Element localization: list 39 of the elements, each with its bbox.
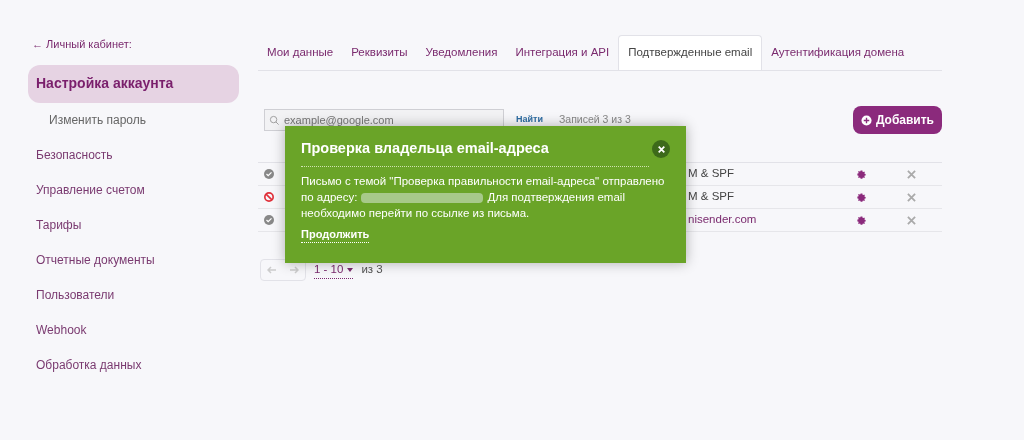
arrow-left-icon — [267, 265, 277, 275]
close-icon — [657, 145, 665, 153]
gear-icon[interactable] — [856, 168, 867, 180]
close-icon[interactable] — [907, 192, 916, 202]
sidebar-item[interactable]: Изменить пароль — [28, 103, 258, 138]
tab[interactable]: Подтвержденные email — [618, 35, 763, 70]
close-button[interactable] — [652, 140, 670, 158]
back-link[interactable]: ← Личный кабинет: — [32, 36, 258, 53]
sidebar-item[interactable]: Пользователи — [28, 278, 258, 313]
gear-icon[interactable] — [856, 214, 867, 226]
search-icon — [269, 114, 280, 126]
caret-icon — [347, 267, 354, 272]
sidebar-item[interactable]: Webhook — [28, 313, 258, 348]
records-count: Записей 3 из 3 — [559, 112, 631, 128]
sidebar-item[interactable]: Тарифы — [28, 208, 258, 243]
tab[interactable]: Интеграция и API — [506, 35, 619, 70]
dkim-link[interactable]: M & SPF — [688, 188, 734, 206]
search-field[interactable]: example@google.com — [284, 111, 494, 129]
sidebar-item[interactable]: Управление счетом — [28, 173, 258, 208]
tab[interactable]: Реквизиты — [342, 35, 417, 70]
plus-circle-icon — [860, 114, 872, 126]
tab[interactable]: Аутентификация домена — [762, 35, 914, 70]
tab[interactable]: Мои данные — [258, 35, 343, 70]
gear-icon[interactable] — [856, 191, 867, 203]
sidebar-item[interactable]: Отчетные документы — [28, 243, 258, 278]
search-button[interactable]: Найти — [516, 113, 543, 127]
tab[interactable]: Уведомления — [416, 35, 507, 70]
add-button[interactable]: Добавить — [852, 106, 942, 134]
domain-text: nisender.com — [688, 212, 757, 228]
popup-message: Письмо с темой "Проверка правильности email-адреса" отправлено по адресу: Для подтверждения email необходимо перейти по ссылке из письма. — [301, 173, 666, 221]
sidebar-item[interactable]: Настройка аккаунта — [28, 64, 239, 103]
close-icon[interactable] — [907, 215, 916, 225]
sidebar-item[interactable]: Безопасность — [28, 138, 258, 173]
dkim-link[interactable]: M & SPF — [688, 165, 734, 183]
arrow-right-icon — [289, 265, 299, 275]
sidebar-item[interactable]: Обработка данных — [28, 348, 258, 383]
popup-title: Проверка владельца email-адреса — [301, 138, 649, 167]
total-count: из 3 — [361, 262, 383, 278]
close-icon[interactable] — [907, 169, 916, 179]
